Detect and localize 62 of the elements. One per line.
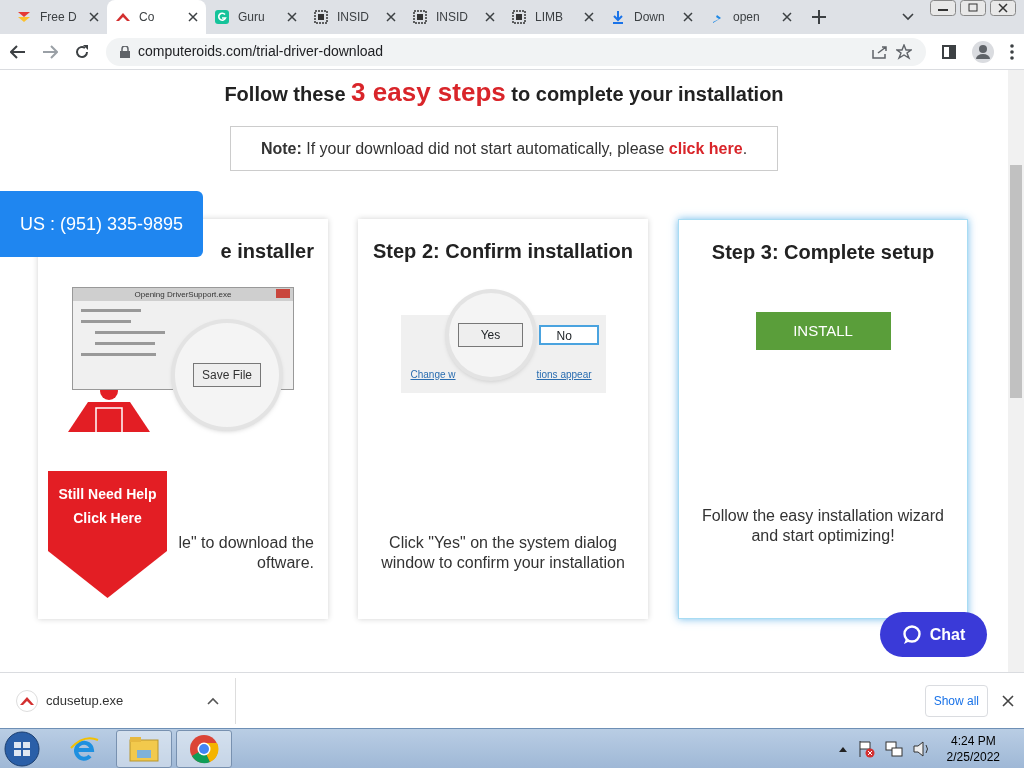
browser-tab[interactable]: LIMB: [503, 0, 602, 34]
tab-title: LIMB: [535, 9, 564, 26]
download-icon: [610, 9, 626, 25]
roof-icon: [16, 689, 38, 712]
clock-date[interactable]: 2/25/2022: [946, 748, 1000, 765]
network-icon[interactable]: [884, 739, 903, 758]
plus-icon[interactable]: [812, 10, 826, 24]
phone-button[interactable]: US : (951) 335-9895: [0, 191, 203, 257]
tab-title: Co: [139, 9, 156, 26]
flag-error-icon[interactable]: [856, 739, 875, 758]
tray-up-arrow-icon[interactable]: [838, 745, 847, 752]
minimize-icon[interactable]: [930, 0, 956, 16]
browser-tab[interactable]: INSID: [305, 0, 404, 34]
step-title: Step 2: Confirm installation: [373, 240, 633, 262]
step-title: e installer: [220, 240, 314, 262]
chat-button[interactable]: Chat: [880, 612, 987, 657]
lock-icon: [120, 45, 130, 58]
reload-icon[interactable]: [74, 43, 90, 60]
tab-title: Down: [634, 9, 666, 26]
chrome-logo-icon: [189, 733, 219, 764]
tab-title: Guru: [238, 9, 266, 26]
profile-icon[interactable]: [972, 40, 994, 63]
step-description: Follow the easy installation wizard and start optimizing!: [701, 506, 945, 546]
g-logo-icon: [214, 9, 230, 25]
grid-icon: [511, 9, 527, 25]
layers-icon: [16, 9, 32, 25]
clock-time[interactable]: 4:24 PM: [946, 732, 1000, 749]
side-panel-icon[interactable]: [942, 44, 956, 59]
browser-tab[interactable]: Guru: [206, 0, 305, 34]
show-all-button[interactable]: Show all: [924, 684, 988, 717]
grid-icon: [412, 9, 428, 25]
download-item[interactable]: cdusetup.exe: [16, 677, 236, 724]
address-field[interactable]: computeroids.com/trial-driver-download: [106, 37, 926, 66]
step-title: Step 3: Complete setup: [711, 241, 935, 263]
grid-icon: [313, 9, 329, 25]
star-icon[interactable]: [896, 43, 912, 60]
browser-tab[interactable]: Down: [602, 0, 701, 34]
browser-tab[interactable]: Free D: [8, 0, 107, 34]
step-description: le" to download the oftware.: [177, 533, 314, 573]
more-menu-icon[interactable]: [1010, 43, 1014, 60]
chrome-taskbar-button[interactable]: [176, 729, 232, 768]
chevron-down-icon[interactable]: [902, 13, 914, 21]
browser-tab[interactable]: INSID: [404, 0, 503, 34]
browser-tab[interactable]: open: [701, 0, 800, 34]
folder-icon: [129, 735, 159, 762]
share-icon[interactable]: [872, 44, 888, 59]
chevron-up-icon: [207, 696, 219, 705]
forward-arrow-icon[interactable]: [42, 44, 58, 59]
back-arrow-icon[interactable]: [10, 44, 26, 59]
tab-title: Free D: [40, 9, 78, 26]
speaker-icon[interactable]: [912, 740, 931, 757]
tab-title: open: [733, 9, 761, 26]
chat-bubble-icon: [901, 624, 922, 645]
download-link[interactable]: click here: [668, 139, 743, 157]
browser-tab[interactable]: Co: [107, 0, 206, 34]
step-description: Click "Yes" on the system dialog window to confirm your installation: [380, 533, 626, 573]
note-text: Note: If your download did not start automatically, please click here.: [260, 138, 748, 159]
tab-title: INSID: [436, 9, 469, 26]
tab-title: INSID: [337, 9, 370, 26]
dialog-title: Opening DriverSupport.exe: [134, 288, 232, 301]
page-heading: Follow these 3 easy steps to complete your installation: [224, 83, 784, 105]
scrollbar[interactable]: [1008, 70, 1024, 672]
